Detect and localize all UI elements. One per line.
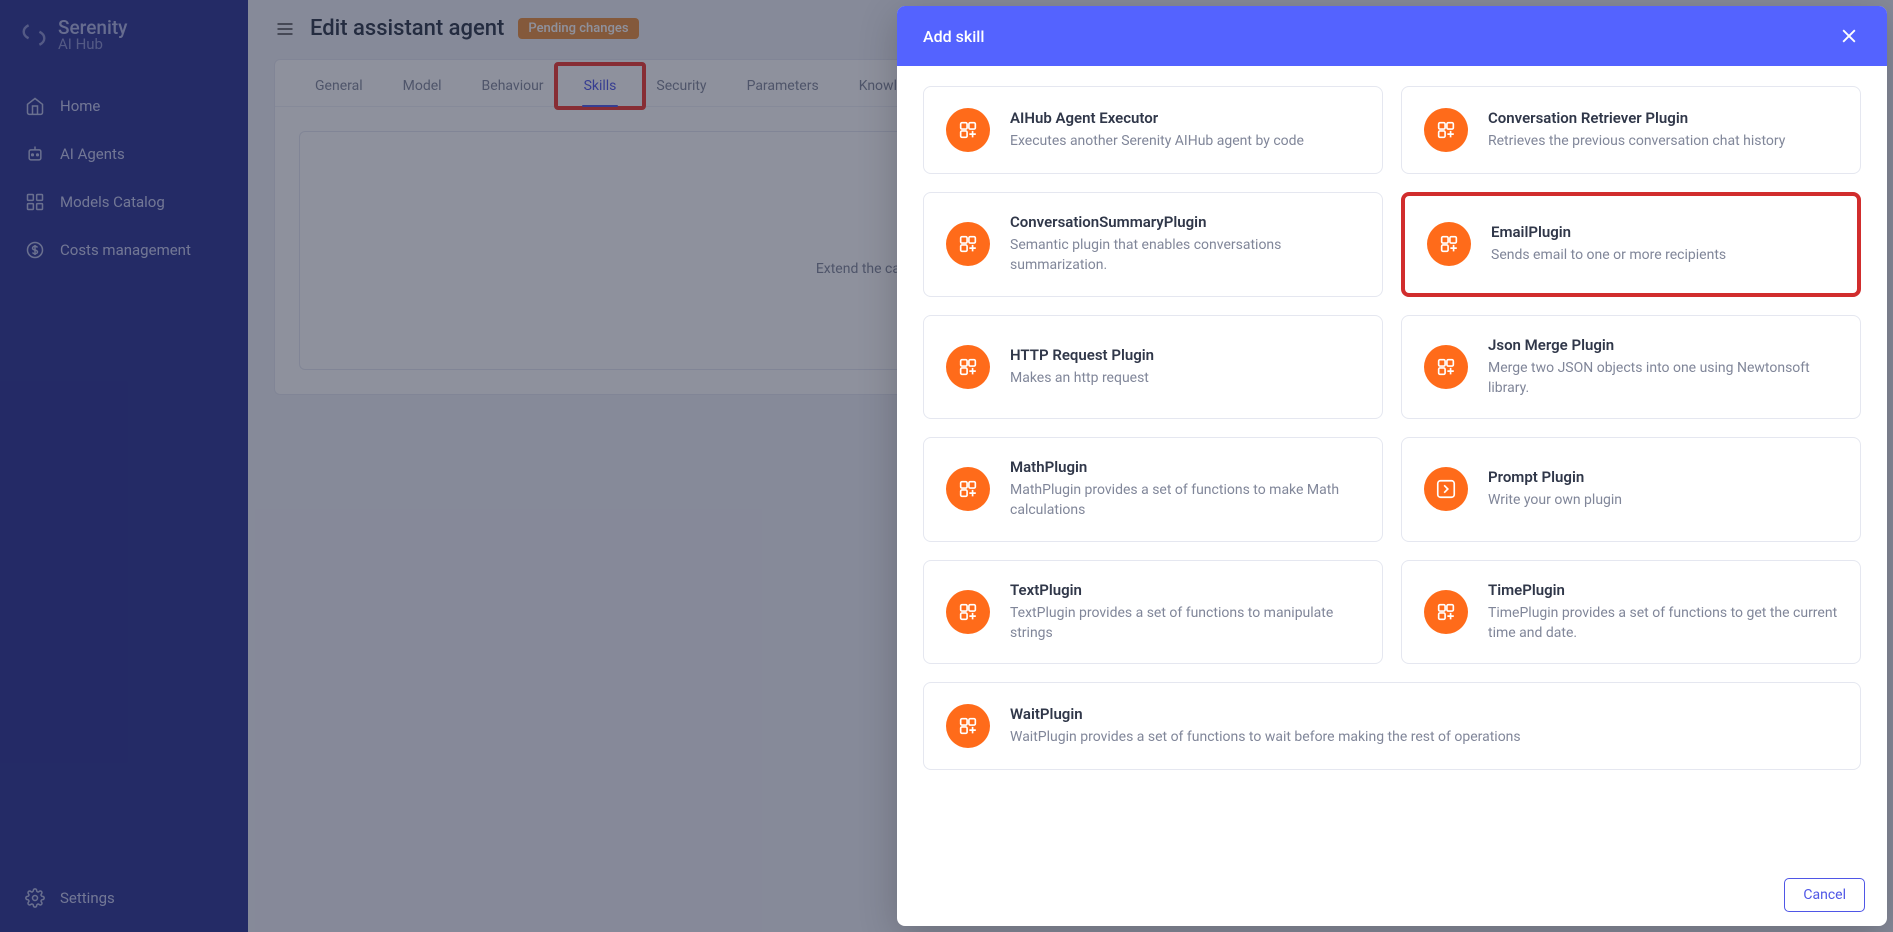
skill-grid: AIHub Agent Executor Executes another Ser…: [923, 86, 1861, 770]
close-icon: [1839, 26, 1859, 46]
skill-desc: MathPlugin provides a set of functions t…: [1010, 480, 1360, 521]
plugin-icon: [946, 467, 990, 511]
skill-desc: TextPlugin provides a set of functions t…: [1010, 603, 1360, 644]
skill-card-waitplugin[interactable]: WaitPlugin WaitPlugin provides a set of f…: [923, 682, 1861, 770]
plugin-icon: [1424, 467, 1468, 511]
skill-desc: Makes an http request: [1010, 368, 1154, 388]
skill-desc: Executes another Serenity AIHub agent by…: [1010, 131, 1304, 151]
plugin-icon: [946, 345, 990, 389]
skill-name: TimePlugin: [1488, 581, 1838, 599]
skill-card-prompt-plugin[interactable]: Prompt Plugin Write your own plugin: [1401, 437, 1861, 542]
skill-card-timeplugin[interactable]: TimePlugin TimePlugin provides a set of f…: [1401, 560, 1861, 665]
add-skill-dialog: Add skill AIHub Agent Executor Executes a…: [897, 6, 1887, 926]
skill-desc: TimePlugin provides a set of functions t…: [1488, 603, 1838, 644]
skill-name: AIHub Agent Executor: [1010, 109, 1304, 127]
plugin-icon: [1424, 345, 1468, 389]
skill-name: Json Merge Plugin: [1488, 336, 1838, 354]
skill-card-mathplugin[interactable]: MathPlugin MathPlugin provides a set of f…: [923, 437, 1383, 542]
skill-desc: Semantic plugin that enables conversatio…: [1010, 235, 1360, 276]
skill-name: MathPlugin: [1010, 458, 1360, 476]
dialog-title: Add skill: [923, 27, 984, 46]
skill-card-textplugin[interactable]: TextPlugin TextPlugin provides a set of f…: [923, 560, 1383, 665]
skill-card-aihub-agent-executor[interactable]: AIHub Agent Executor Executes another Ser…: [923, 86, 1383, 174]
skill-name: ConversationSummaryPlugin: [1010, 213, 1360, 231]
plugin-icon: [946, 108, 990, 152]
skill-name: EmailPlugin: [1491, 223, 1726, 241]
plugin-icon: [1424, 590, 1468, 634]
skill-desc: Sends email to one or more recipients: [1491, 245, 1726, 265]
skill-name: Prompt Plugin: [1488, 468, 1622, 486]
skill-desc: Write your own plugin: [1488, 490, 1622, 510]
skill-name: WaitPlugin: [1010, 705, 1521, 723]
skill-card-conversation-retriever-plugin[interactable]: Conversation Retriever Plugin Retrieves t…: [1401, 86, 1861, 174]
plugin-icon: [946, 222, 990, 266]
skill-name: TextPlugin: [1010, 581, 1360, 599]
cancel-button[interactable]: Cancel: [1784, 878, 1865, 912]
plugin-icon: [1424, 108, 1468, 152]
close-button[interactable]: [1837, 24, 1861, 48]
skill-card-conversationsummaryplugin[interactable]: ConversationSummaryPlugin Semantic plugin…: [923, 192, 1383, 297]
skill-desc: WaitPlugin provides a set of functions t…: [1010, 727, 1521, 747]
skill-desc: Retrieves the previous conversation chat…: [1488, 131, 1785, 151]
skill-name: HTTP Request Plugin: [1010, 346, 1154, 364]
skill-card-emailplugin[interactable]: EmailPlugin Sends email to one or more re…: [1401, 192, 1861, 297]
skill-name: Conversation Retriever Plugin: [1488, 109, 1785, 127]
skill-card-http-request-plugin[interactable]: HTTP Request Plugin Makes an http request: [923, 315, 1383, 420]
plugin-icon: [1427, 222, 1471, 266]
plugin-icon: [946, 590, 990, 634]
plugin-icon: [946, 704, 990, 748]
skill-card-json-merge-plugin[interactable]: Json Merge Plugin Merge two JSON objects …: [1401, 315, 1861, 420]
skill-desc: Merge two JSON objects into one using Ne…: [1488, 358, 1838, 399]
